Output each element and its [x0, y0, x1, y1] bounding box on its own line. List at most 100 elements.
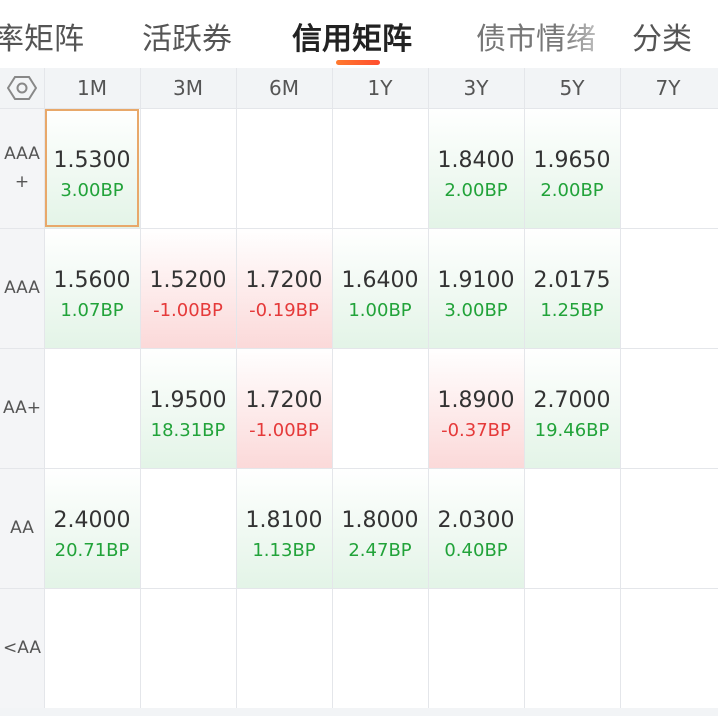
- matrix-cell[interactable]: 1.7200 -1.00BP: [236, 348, 332, 468]
- grid-vline: [620, 68, 621, 708]
- cell-yield-value: 1.5300: [53, 148, 131, 173]
- cell-change-bp: -1.00BP: [249, 420, 319, 441]
- cell-yield-value: 1.8900: [437, 388, 515, 413]
- matrix-cell[interactable]: 1.5300 3.00BP: [44, 108, 140, 228]
- matrix-cell[interactable]: 1.8100 1.13BP: [236, 468, 332, 588]
- row-label: AA: [0, 468, 44, 588]
- column-header-1m[interactable]: 1M: [44, 68, 140, 108]
- settings-button[interactable]: [0, 68, 44, 108]
- tab-credit-matrix[interactable]: 信用矩阵: [292, 14, 412, 58]
- tab-category[interactable]: 分类: [632, 14, 692, 58]
- cell-yield-value: 1.5200: [149, 268, 227, 293]
- cell-change-bp: 18.31BP: [150, 420, 226, 441]
- matrix-cell[interactable]: [140, 468, 236, 588]
- active-tab-indicator: [336, 60, 380, 65]
- matrix-cell[interactable]: [332, 108, 428, 228]
- matrix-cell[interactable]: [332, 588, 428, 708]
- row-label-text: AAA +: [4, 144, 40, 192]
- hexagon-gear-icon: [7, 76, 37, 100]
- grid-hline: [0, 348, 718, 349]
- matrix-cell[interactable]: [428, 588, 524, 708]
- tab-rate-matrix[interactable]: 率矩阵: [0, 14, 84, 58]
- cell-yield-value: 1.6400: [341, 268, 419, 293]
- matrix-cell[interactable]: 1.7200 -0.19BP: [236, 228, 332, 348]
- grid-hline: [0, 228, 718, 229]
- tab-active-bonds[interactable]: 活跃券: [142, 14, 232, 58]
- cell-change-bp: 2.00BP: [540, 180, 604, 201]
- cell-change-bp: 19.46BP: [534, 420, 610, 441]
- grid-hline: [0, 108, 718, 109]
- matrix-cell[interactable]: [524, 588, 620, 708]
- matrix-cell[interactable]: [620, 228, 716, 348]
- matrix-cell[interactable]: [236, 588, 332, 708]
- matrix-cell[interactable]: 1.9500 18.31BP: [140, 348, 236, 468]
- cell-yield-value: 1.5600: [53, 268, 131, 293]
- cell-yield-value: 2.7000: [533, 388, 611, 413]
- matrix-cell[interactable]: [620, 108, 716, 228]
- cell-yield-value: 2.0175: [533, 268, 611, 293]
- grid-vline: [44, 68, 45, 708]
- cell-yield-value: 1.7200: [245, 268, 323, 293]
- matrix-cell[interactable]: [140, 588, 236, 708]
- cell-change-bp: 2.00BP: [444, 180, 508, 201]
- cell-yield-value: 1.8000: [341, 508, 419, 533]
- column-header-6m[interactable]: 6M: [236, 68, 332, 108]
- cell-change-bp: 3.00BP: [60, 180, 124, 201]
- credit-matrix-grid: 1M 3M 6M 1Y 3Y 5Y 7Y AAA + 1.5300 3.00BP 1.8400 2.…: [0, 68, 718, 708]
- row-label: <AA: [0, 588, 44, 708]
- column-header-7y[interactable]: 7Y: [620, 68, 716, 108]
- cell-change-bp: 1.13BP: [252, 540, 316, 561]
- grid-vline: [428, 68, 429, 708]
- cell-change-bp: 20.71BP: [54, 540, 130, 561]
- grid-vline: [236, 68, 237, 708]
- cell-yield-value: 2.0300: [437, 508, 515, 533]
- matrix-cell[interactable]: [44, 588, 140, 708]
- matrix-cell[interactable]: 1.8900 -0.37BP: [428, 348, 524, 468]
- matrix-cell[interactable]: 1.9100 3.00BP: [428, 228, 524, 348]
- row-label-text: AA+: [3, 398, 41, 418]
- matrix-cell[interactable]: [44, 348, 140, 468]
- cell-yield-value: 1.9650: [533, 148, 611, 173]
- matrix-cell[interactable]: 1.9650 2.00BP: [524, 108, 620, 228]
- row-label: AA+: [0, 348, 44, 468]
- tab-bond-sentiment[interactable]: 债市情绪: [476, 14, 596, 58]
- column-header-3m[interactable]: 3M: [140, 68, 236, 108]
- cell-change-bp: 0.40BP: [444, 540, 508, 561]
- column-header-5y[interactable]: 5Y: [524, 68, 620, 108]
- matrix-cell[interactable]: 2.4000 20.71BP: [44, 468, 140, 588]
- row-label: AAA: [0, 228, 44, 348]
- cell-change-bp: 2.47BP: [348, 540, 412, 561]
- tab-bar: 率矩阵 活跃券 信用矩阵 债市情绪 分类: [0, 0, 718, 68]
- matrix-cell[interactable]: 2.0175 1.25BP: [524, 228, 620, 348]
- cell-change-bp: 3.00BP: [444, 300, 508, 321]
- matrix-cell[interactable]: 1.8400 2.00BP: [428, 108, 524, 228]
- grid-hline: [0, 588, 718, 589]
- cell-yield-value: 2.4000: [53, 508, 131, 533]
- cell-yield-value: 1.9500: [149, 388, 227, 413]
- matrix-cell[interactable]: [524, 468, 620, 588]
- row-label: AAA +: [0, 108, 44, 228]
- matrix-cell[interactable]: [140, 108, 236, 228]
- column-header-3y[interactable]: 3Y: [428, 68, 524, 108]
- matrix-cell[interactable]: 1.5200 -1.00BP: [140, 228, 236, 348]
- cell-change-bp: -0.19BP: [249, 300, 319, 321]
- matrix-cell[interactable]: [620, 468, 716, 588]
- cell-yield-value: 1.7200: [245, 388, 323, 413]
- matrix-cell[interactable]: [332, 348, 428, 468]
- matrix-cell[interactable]: 2.7000 19.46BP: [524, 348, 620, 468]
- matrix-cell[interactable]: [620, 588, 716, 708]
- row-label-text: <AA: [3, 638, 41, 658]
- matrix-cell[interactable]: 1.5600 1.07BP: [44, 228, 140, 348]
- matrix-cell[interactable]: 1.6400 1.00BP: [332, 228, 428, 348]
- cell-change-bp: 1.00BP: [348, 300, 412, 321]
- column-header-1y[interactable]: 1Y: [332, 68, 428, 108]
- matrix-cell[interactable]: [236, 108, 332, 228]
- row-label-text: AAA: [4, 278, 40, 298]
- matrix-cell[interactable]: 2.0300 0.40BP: [428, 468, 524, 588]
- row-label-text: AA: [10, 518, 34, 538]
- matrix-cell[interactable]: 1.8000 2.47BP: [332, 468, 428, 588]
- cell-change-bp: 1.25BP: [540, 300, 604, 321]
- cell-change-bp: -0.37BP: [441, 420, 511, 441]
- matrix-cell[interactable]: [620, 348, 716, 468]
- cell-yield-value: 1.8400: [437, 148, 515, 173]
